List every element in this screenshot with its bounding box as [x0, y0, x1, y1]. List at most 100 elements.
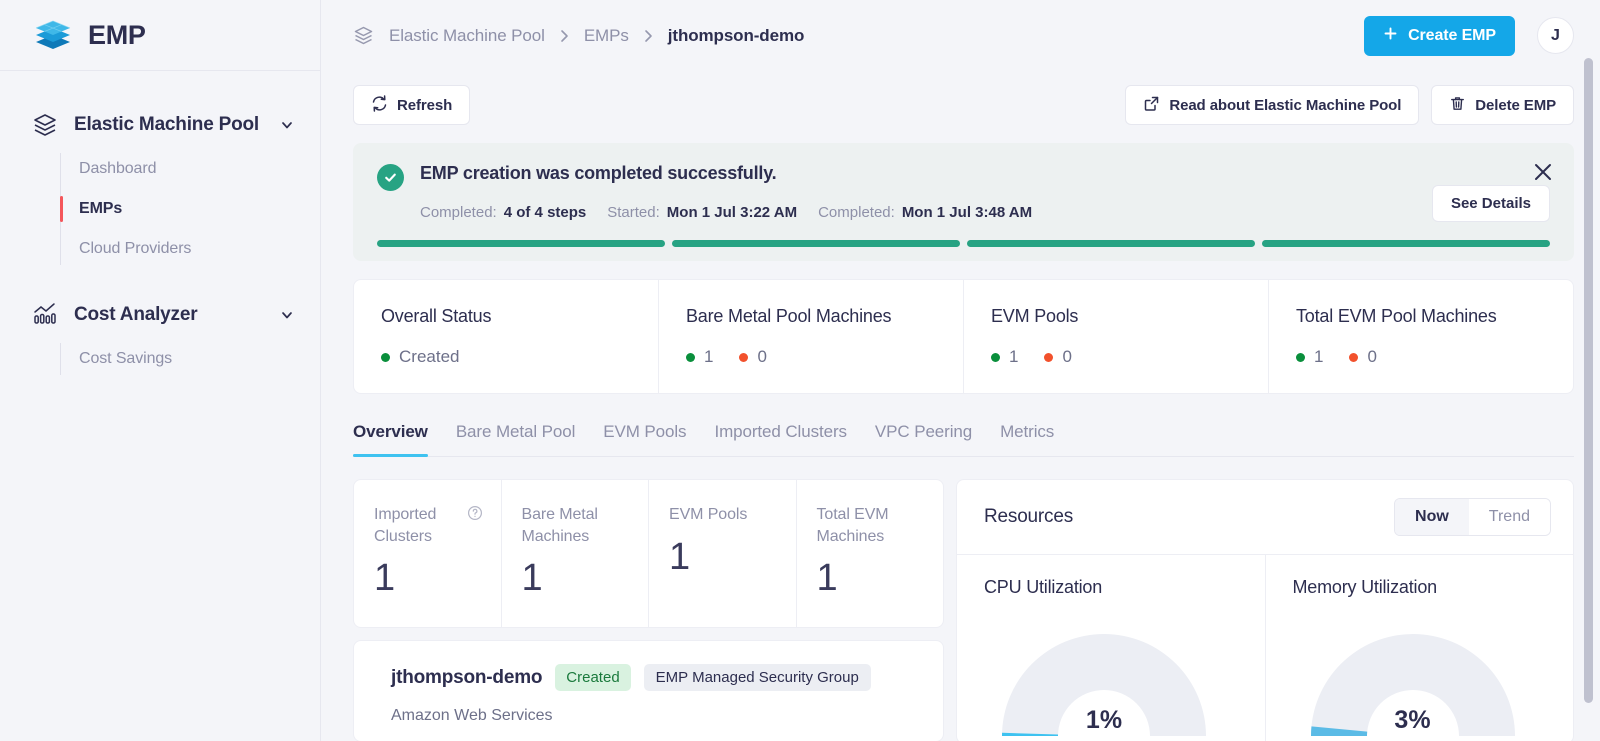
bar-chart-trend-icon	[32, 302, 58, 328]
mini-card-head: Bare Metal Machines	[522, 504, 631, 547]
mini-card-imported-clusters: Imported Clusters 1	[354, 480, 502, 628]
tab-vpc-peering[interactable]: VPC Peering	[875, 422, 972, 456]
check-circle-icon	[377, 164, 404, 191]
toolbar-right-group: Read about Elastic Machine Pool Delete E…	[1125, 85, 1574, 125]
stat-card-title: Total EVM Pool Machines	[1296, 306, 1497, 326]
sidebar-sublist-cost-analyzer: Cost Savings	[0, 339, 320, 379]
breadcrumb-item-current: jthompson-demo	[667, 25, 805, 45]
banner-meta-value: Mon 1 Jul 3:22 AM	[666, 204, 798, 221]
chevron-down-icon[interactable]	[280, 118, 294, 132]
stat-card-body: Created	[381, 347, 658, 367]
avatar[interactable]: J	[1537, 17, 1574, 54]
banner-meta-key: Completed:	[818, 204, 895, 221]
topbar: Elastic Machine Pool EMPs jthompson-demo…	[321, 0, 1600, 71]
sidebar-item-dashboard[interactable]: Dashboard	[60, 149, 320, 189]
emp-summary-card[interactable]: jthompson-demo Created EMP Managed Secur…	[353, 640, 944, 741]
status-dot-green	[991, 352, 1000, 362]
refresh-button[interactable]: Refresh	[353, 85, 471, 125]
mini-card-value: 1	[374, 557, 396, 600]
chevron-down-icon[interactable]	[280, 308, 294, 322]
create-emp-button[interactable]: Create EMP	[1364, 15, 1515, 56]
sidebar-item-emps[interactable]: EMPs	[60, 189, 320, 229]
breadcrumb-item-elastic-machine-pool[interactable]: Elastic Machine Pool	[389, 26, 545, 46]
mini-card-head: EVM Pools	[669, 504, 778, 526]
close-icon[interactable]	[1532, 161, 1554, 183]
banner-meta: Completed: 4 of 4 steps Started: Mon 1 J…	[420, 204, 1416, 221]
sidebar-group-cost-analyzer[interactable]: Cost Analyzer	[0, 291, 320, 339]
emp-summary-row: jthompson-demo Created EMP Managed Secur…	[391, 664, 919, 692]
resources-title: Resources	[984, 506, 1074, 527]
delete-emp-button[interactable]: Delete EMP	[1431, 85, 1574, 125]
status-dot-green	[686, 352, 695, 362]
mini-card-head: Imported Clusters	[374, 504, 483, 547]
gauge-value-label: 3%	[1394, 706, 1431, 734]
help-circle-icon[interactable]	[467, 505, 483, 521]
banner-meta-key: Completed:	[420, 204, 497, 221]
overview-right-column: Resources Now Trend CPU Utilization 1% M…	[956, 479, 1574, 741]
tab-bare-metal-pool[interactable]: Bare Metal Pool	[456, 422, 576, 456]
mini-card-title: Imported Clusters	[374, 506, 437, 545]
external-link-icon	[1143, 95, 1160, 116]
stat-card-green-count: 1	[704, 347, 714, 366]
mini-card-evm-pools: EVM Pools 1	[649, 480, 797, 628]
resource-gauges: CPU Utilization 1% Memory Utilization 3%	[957, 555, 1573, 741]
mini-card-title: Total EVM Machines	[816, 506, 889, 545]
banner-row: EMP creation was completed successfully.…	[377, 163, 1550, 222]
brand-title: EMP	[88, 19, 146, 50]
stat-card-green-count: 1	[1009, 347, 1019, 366]
memory-utilization-gauge: 3%	[1293, 608, 1533, 741]
mini-card-value: 1	[521, 557, 543, 600]
progress-step	[377, 240, 665, 247]
tab-evm-pools[interactable]: EVM Pools	[603, 422, 686, 456]
delete-emp-label: Delete EMP	[1475, 96, 1556, 114]
stat-card-red-count: 0	[757, 347, 767, 366]
main-area: Elastic Machine Pool EMPs jthompson-demo…	[321, 0, 1600, 741]
gauge-cell-memory: Memory Utilization 3%	[1266, 555, 1574, 741]
status-dot-red	[1044, 352, 1054, 362]
summary-stat-cards: Overall Status Created Bare Metal Pool M…	[353, 279, 1574, 394]
chevron-right-icon	[560, 29, 569, 43]
stat-card-green-count: 1	[1314, 347, 1324, 366]
tab-imported-clusters[interactable]: Imported Clusters	[714, 422, 847, 456]
mini-card-total-evm-machines: Total EVM Machines 1	[797, 480, 944, 627]
stat-card-body: 1 0	[991, 347, 1268, 367]
emp-provider: Amazon Web Services	[391, 707, 553, 725]
overview-panels: Imported Clusters 1 Bare Metal Machines …	[353, 479, 1574, 741]
sidebar-item-cloud-providers[interactable]: Cloud Providers	[60, 229, 320, 269]
sidebar-item-cost-savings[interactable]: Cost Savings	[60, 339, 320, 379]
resources-panel: Resources Now Trend CPU Utilization 1% M…	[956, 479, 1574, 741]
banner-meta-value: Mon 1 Jul 3:48 AM	[901, 204, 1033, 221]
banner-body: EMP creation was completed successfully.…	[420, 163, 1416, 221]
progress-steps	[377, 240, 1550, 247]
breadcrumb: Elastic Machine Pool EMPs jthompson-demo	[353, 25, 1354, 46]
refresh-label: Refresh	[397, 96, 453, 114]
sidebar-group-elastic-machine-pool[interactable]: Elastic Machine Pool	[0, 101, 320, 149]
stat-card-red-count: 0	[1367, 347, 1377, 366]
gauge-title: CPU Utilization	[984, 577, 1103, 597]
mini-card-value: 1	[816, 557, 838, 600]
mini-card-title: Bare Metal Machines	[521, 506, 598, 545]
layers-icon	[32, 112, 58, 138]
vertical-scrollbar[interactable]	[1584, 58, 1593, 703]
tab-overview[interactable]: Overview	[353, 422, 428, 457]
stacked-layers-logo	[32, 14, 74, 56]
banner-meta-value: 4 of 4 steps	[503, 204, 587, 221]
stat-card-body: 1 0	[686, 347, 963, 367]
overview-left-column: Imported Clusters 1 Bare Metal Machines …	[353, 479, 944, 741]
page-content: Refresh Read about Elastic Machine Pool	[321, 71, 1600, 741]
overview-mini-cards: Imported Clusters 1 Bare Metal Machines …	[353, 479, 944, 629]
breadcrumb-item-emps[interactable]: EMPs	[584, 26, 629, 46]
success-banner: EMP creation was completed successfully.…	[353, 143, 1574, 261]
sidebar: EMP Elastic Machine Pool Dashboard EMPs …	[0, 0, 321, 741]
toggle-trend[interactable]: Trend	[1468, 499, 1550, 535]
see-details-button[interactable]: See Details	[1431, 185, 1550, 222]
tab-metrics[interactable]: Metrics	[1000, 422, 1054, 456]
progress-step	[1262, 240, 1550, 247]
create-emp-label: Create EMP	[1408, 26, 1496, 44]
stat-card-title: EVM Pools	[991, 306, 1079, 326]
stat-card-title: Overall Status	[381, 306, 492, 326]
read-about-button[interactable]: Read about Elastic Machine Pool	[1125, 85, 1420, 125]
toggle-now[interactable]: Now	[1395, 499, 1469, 535]
status-dot-red	[739, 352, 749, 362]
gauge-value-label: 1%	[1085, 706, 1123, 734]
